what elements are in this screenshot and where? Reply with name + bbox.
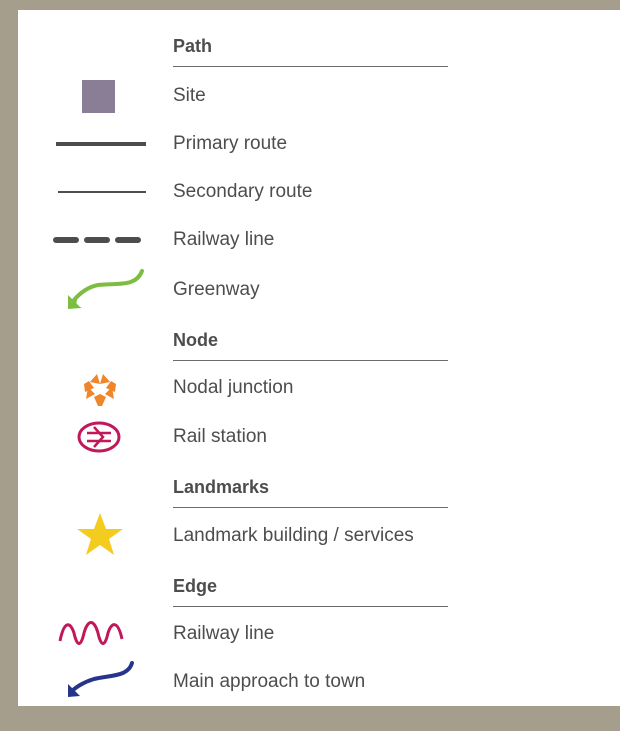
legend-item-label: Main approach to town	[173, 671, 366, 692]
legend-item-label: Site	[173, 85, 206, 106]
railway-wave-icon	[48, 617, 148, 651]
legend-item-primary-route: Primary route	[18, 127, 620, 161]
rail-station-icon	[48, 420, 148, 454]
legend-panel: Path Site Primary route Secondary route …	[18, 10, 620, 706]
legend-item-greenway: Greenway	[18, 269, 620, 309]
legend-item-edge-railway: Railway line	[18, 617, 620, 651]
legend-item-label: Greenway	[173, 279, 260, 300]
legend-heading-path: Path	[18, 29, 620, 67]
legend-item-label: Rail station	[173, 426, 267, 447]
primary-route-line-icon	[48, 127, 148, 161]
secondary-route-line-icon	[48, 175, 148, 209]
greenway-arrow-icon	[48, 269, 148, 309]
legend-heading-node: Node	[18, 323, 620, 361]
legend-item-label: Nodal junction	[173, 377, 294, 398]
star-icon	[48, 513, 148, 555]
heading-divider	[173, 507, 448, 508]
legend-item-label: Railway line	[173, 229, 275, 250]
railway-dashed-line-icon	[48, 223, 149, 257]
nodal-junction-icon	[48, 371, 148, 406]
section-heading: Landmarks	[173, 477, 270, 497]
legend-heading-landmarks: Landmarks	[18, 470, 620, 508]
approach-arrow-icon	[48, 661, 148, 699]
section-heading: Node	[173, 330, 218, 350]
legend-item-secondary-route: Secondary route	[18, 175, 620, 209]
heading-divider	[173, 66, 448, 67]
legend-item-nodal-junction: Nodal junction	[18, 371, 620, 406]
legend-item-site: Site	[18, 79, 620, 113]
legend-item-label: Primary route	[173, 133, 288, 154]
section-heading: Edge	[173, 576, 218, 596]
section-heading: Path	[173, 36, 213, 56]
legend-item-label: Railway line	[173, 623, 275, 644]
legend-item-rail-station: Rail station	[18, 420, 620, 454]
legend-item-label: Landmark building / services	[173, 525, 414, 546]
legend-item-main-approach: Main approach to town	[18, 661, 620, 699]
heading-divider	[173, 606, 448, 607]
legend-heading-edge: Edge	[18, 569, 620, 607]
legend-item-landmark: Landmark building / services	[18, 513, 620, 555]
legend-item-label: Secondary route	[173, 181, 313, 202]
heading-divider	[173, 360, 448, 361]
site-square-icon	[48, 79, 148, 113]
legend-item-railway-line: Railway line	[18, 223, 620, 257]
